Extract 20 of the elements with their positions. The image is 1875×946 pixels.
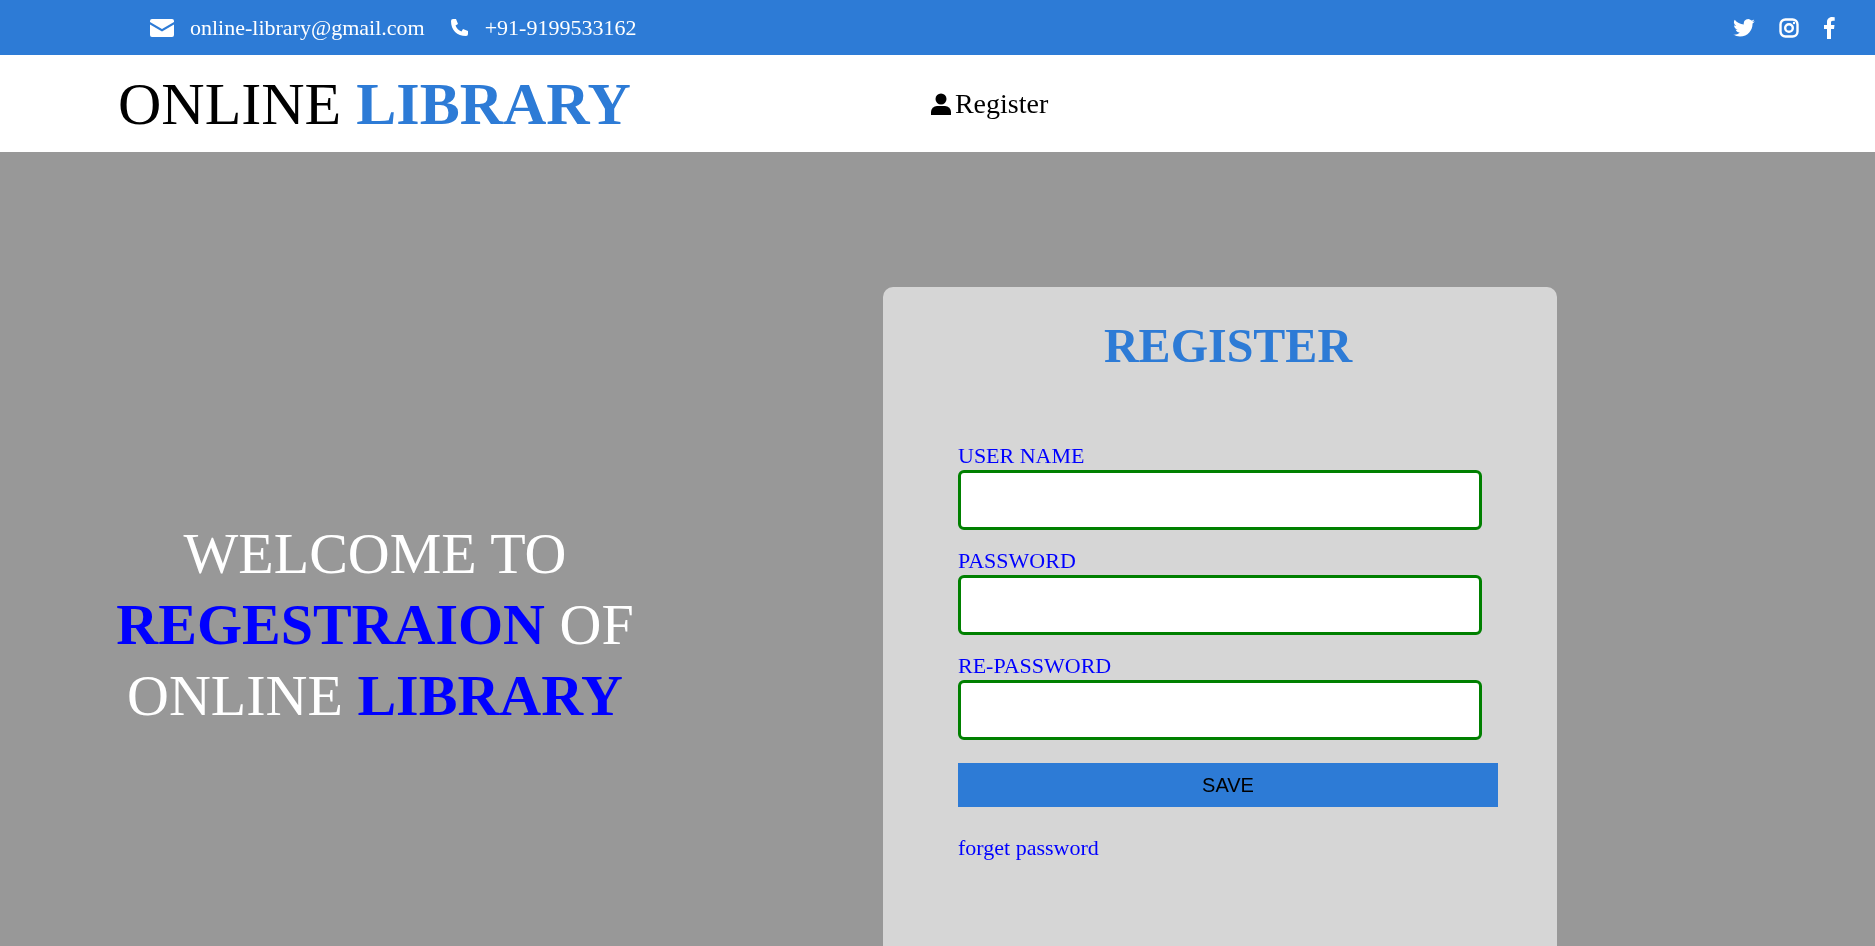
field-label: USER NAME [958, 444, 1085, 467]
welcome-heading: WELCOME TO REGESTRAION OF ONLINE LIBRARY [115, 519, 635, 730]
facebook-icon[interactable] [1823, 16, 1835, 39]
phone-number: +91-9199533162 [484, 14, 637, 42]
user-icon [930, 92, 951, 115]
form-title: REGISTER [1102, 318, 1354, 374]
instagram-icon[interactable] [1779, 17, 1799, 38]
envelope-icon [150, 18, 174, 37]
field-label: PASSWORD [958, 549, 1076, 572]
input-field[interactable] [958, 574, 1482, 635]
site-logo[interactable]: ONLINE LIBRARY [118, 73, 631, 134]
forget-password-link[interactable]: forget password [958, 830, 1099, 864]
twitter-icon[interactable] [1733, 18, 1755, 37]
input-field[interactable] [958, 679, 1482, 740]
register-link[interactable]: Register [930, 82, 1049, 125]
phone-icon [448, 17, 469, 38]
input-field[interactable] [958, 469, 1482, 530]
save-button[interactable]: SAVE [958, 762, 1498, 807]
field-label: RE-PASSWORD [958, 654, 1112, 677]
email-address: online-library@gmail.com [190, 14, 425, 42]
